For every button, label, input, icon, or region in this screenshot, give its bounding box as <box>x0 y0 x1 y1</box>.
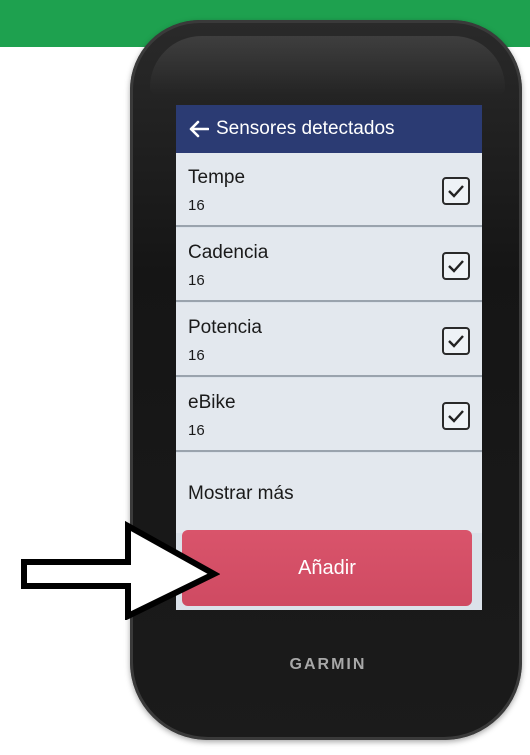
checkmark-icon <box>448 185 464 198</box>
sensor-name: Tempe <box>188 167 246 188</box>
sensor-checkbox[interactable] <box>442 327 470 355</box>
show-more-item[interactable]: Mostrar más <box>176 453 482 533</box>
sensor-checkbox[interactable] <box>442 402 470 430</box>
add-button[interactable]: Añadir <box>182 530 472 606</box>
screen-header: Sensores detectados <box>176 105 482 153</box>
device-screen: Sensores detectados Tempe 16 Cadencia 16… <box>176 105 482 610</box>
show-more-label: Mostrar más <box>188 483 294 504</box>
sensor-row-ebike[interactable]: eBike 16 <box>176 378 482 452</box>
sensor-id: 16 <box>188 197 205 214</box>
sensor-row-cadencia[interactable]: Cadencia 16 <box>176 228 482 302</box>
back-arrow-icon[interactable] <box>182 105 216 153</box>
device-brand-logo: GARMIN <box>289 656 367 673</box>
pointer-arrow-icon <box>21 520 220 620</box>
checkmark-icon <box>448 410 464 423</box>
sensor-name: eBike <box>188 392 236 413</box>
sensor-row-tempe[interactable]: Tempe 16 <box>176 153 482 227</box>
sensor-name: Cadencia <box>188 242 269 263</box>
sensor-id: 16 <box>188 422 205 439</box>
sensor-checkbox[interactable] <box>442 177 470 205</box>
page-title: Sensores detectados <box>216 118 395 139</box>
checkmark-icon <box>448 260 464 273</box>
sensor-name: Potencia <box>188 317 262 338</box>
sensor-row-potencia[interactable]: Potencia 16 <box>176 303 482 377</box>
sensor-id: 16 <box>188 272 205 289</box>
add-button-label: Añadir <box>298 556 356 579</box>
sensor-checkbox[interactable] <box>442 252 470 280</box>
sensor-id: 16 <box>188 347 205 364</box>
checkmark-icon <box>448 335 464 348</box>
